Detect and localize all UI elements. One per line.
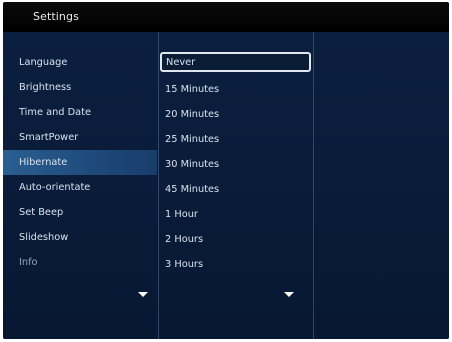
- menu-item-label: Brightness: [19, 82, 72, 93]
- option-20-minutes[interactable]: 20 Minutes: [159, 102, 313, 127]
- menu-item-hibernate[interactable]: Hibernate: [3, 150, 157, 175]
- menu-item-smartpower[interactable]: SmartPower: [3, 125, 157, 150]
- settings-content: Language Brightness Time and Date SmartP…: [3, 32, 449, 339]
- menu-item-label: Info: [19, 257, 38, 268]
- option-1-hour[interactable]: 1 Hour: [159, 202, 313, 227]
- menu-item-label: SmartPower: [19, 132, 79, 143]
- option-label: 25 Minutes: [165, 134, 220, 145]
- menu-item-set-beep[interactable]: Set Beep: [3, 200, 157, 225]
- menu-item-label: Auto-orientate: [19, 182, 91, 193]
- option-label: 45 Minutes: [165, 184, 220, 195]
- settings-menu-list: Language Brightness Time and Date SmartP…: [3, 50, 157, 275]
- window-title: Settings: [33, 10, 79, 23]
- menu-item-auto-orientate[interactable]: Auto-orientate: [3, 175, 157, 200]
- menu-item-language[interactable]: Language: [3, 50, 157, 75]
- option-label: Never: [166, 56, 196, 68]
- menu-item-info[interactable]: Info: [3, 250, 157, 275]
- option-30-minutes[interactable]: 30 Minutes: [159, 152, 313, 177]
- menu-item-label: Set Beep: [19, 207, 64, 218]
- option-45-minutes[interactable]: 45 Minutes: [159, 177, 313, 202]
- title-bar: Settings: [3, 2, 449, 32]
- option-label: 30 Minutes: [165, 159, 220, 170]
- menu-item-brightness[interactable]: Brightness: [3, 75, 157, 100]
- option-label: 15 Minutes: [165, 84, 220, 95]
- chevron-down-icon[interactable]: [284, 292, 294, 297]
- chevron-down-icon[interactable]: [138, 292, 148, 297]
- menu-item-time-and-date[interactable]: Time and Date: [3, 100, 157, 125]
- hibernate-options-list: Never 15 Minutes 20 Minutes 25 Minutes 3…: [159, 52, 313, 277]
- column-divider: [313, 32, 314, 339]
- option-label: 3 Hours: [165, 259, 204, 270]
- option-label: 20 Minutes: [165, 109, 220, 120]
- menu-item-label: Time and Date: [19, 107, 92, 118]
- option-3-hours[interactable]: 3 Hours: [159, 252, 313, 277]
- menu-item-slideshow[interactable]: Slideshow: [3, 225, 157, 250]
- option-never[interactable]: Never: [160, 52, 311, 72]
- option-2-hours[interactable]: 2 Hours: [159, 227, 313, 252]
- menu-item-label: Slideshow: [19, 232, 69, 243]
- menu-item-label: Hibernate: [19, 157, 68, 168]
- option-label: 2 Hours: [165, 234, 204, 245]
- settings-window: Settings Language Brightness Time and Da…: [3, 2, 449, 339]
- option-label: 1 Hour: [165, 209, 198, 220]
- option-15-minutes[interactable]: 15 Minutes: [159, 77, 313, 102]
- menu-item-label: Language: [19, 57, 68, 68]
- option-25-minutes[interactable]: 25 Minutes: [159, 127, 313, 152]
